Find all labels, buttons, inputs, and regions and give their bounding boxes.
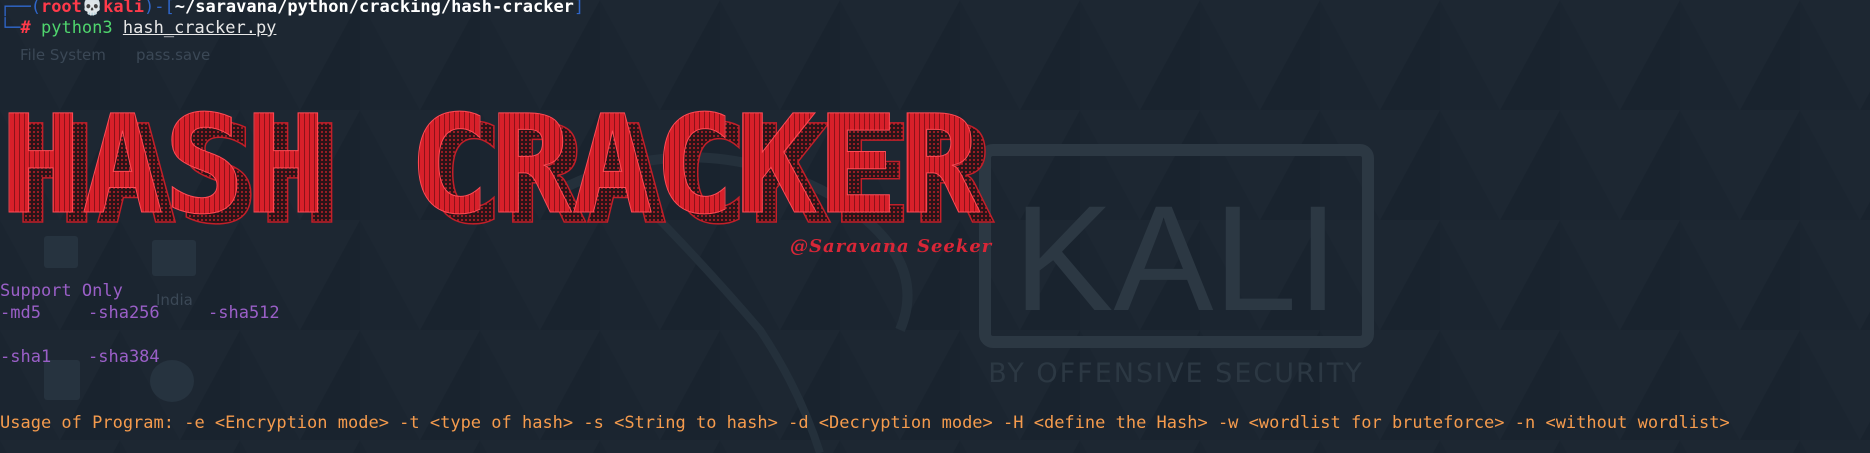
command-argument[interactable]: hash_cracker.py <box>123 18 277 38</box>
kali-watermark-tagline: BY OFFENSIVE SECURITY <box>988 358 1363 389</box>
option-sha384: -sha384 <box>88 347 160 367</box>
support-heading: Support Only <box>0 281 123 301</box>
prompt-user: root <box>40 0 82 17</box>
option-md5: -md5 <box>0 303 41 323</box>
banner-title: HASH CRACKER <box>0 98 980 238</box>
kali-watermark-logo: KALI <box>1013 174 1338 342</box>
banner-author: @Saravana Seeker <box>790 236 993 257</box>
desktop-file-icon[interactable] <box>152 240 196 276</box>
desktop-label-passsave[interactable]: pass.save <box>136 46 210 64</box>
prompt-host: kali <box>103 0 145 17</box>
usage-text: Usage of Program: -e <Encryption mode> -… <box>0 413 1730 433</box>
option-sha256: -sha256 <box>88 303 160 323</box>
desktop-folder-icon[interactable] <box>44 236 78 268</box>
prompt-line-1: ┌──(root💀kali)-[~/saravana/python/cracki… <box>0 0 584 18</box>
skull-icon: 💀 <box>81 0 104 17</box>
command-name: python3 <box>40 18 113 38</box>
prompt-path: ~/saravana/python/cracking/hash-cracker <box>174 0 574 17</box>
desktop-label-india[interactable]: India <box>156 291 193 309</box>
option-sha512: -sha512 <box>208 303 280 323</box>
hash-cracker-banner: HASH CRACKER HASH CRACKER <box>0 98 995 238</box>
option-sha1: -sha1 <box>0 347 52 367</box>
prompt-symbol: # <box>20 18 31 38</box>
desktop-label-filesystem[interactable]: File System <box>20 46 106 64</box>
prompt-line-2: └─# python3 hash_cracker.py <box>0 18 277 38</box>
